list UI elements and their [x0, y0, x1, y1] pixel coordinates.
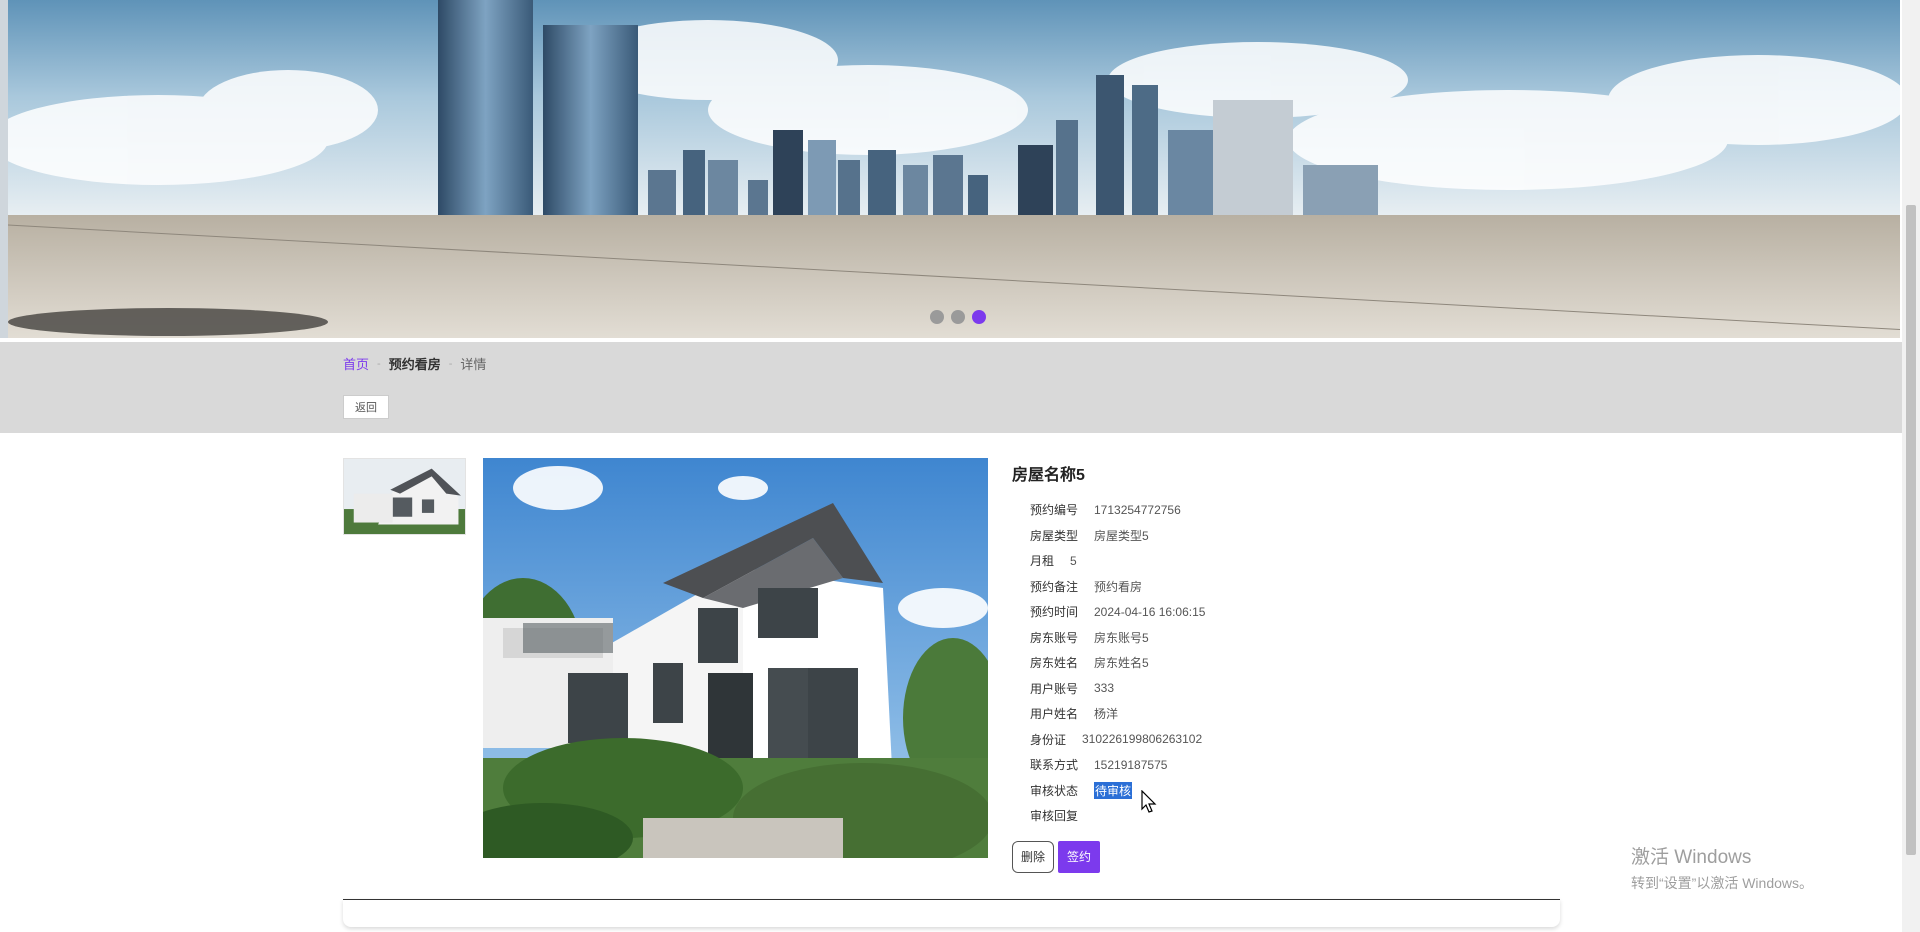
field-value: 15219187575 — [1094, 757, 1168, 772]
field-value: 310226199806263102 — [1082, 732, 1203, 747]
breadcrumb-separator: - — [448, 357, 453, 370]
scrollbar-thumb[interactable] — [1906, 205, 1916, 855]
field-label: 房东姓名 — [1030, 656, 1079, 671]
field-booking-number: 预约编号 1713254772756 — [1012, 497, 1372, 523]
field-review-status: 审核状态 待审核 — [1012, 778, 1372, 804]
field-label: 月租 — [1030, 554, 1055, 569]
breadcrumb-band: 首页 - 预约看房 - 详情 返回 — [0, 342, 1902, 433]
sign-contract-button[interactable]: 签约 — [1058, 840, 1100, 873]
field-value: 房东账号5 — [1094, 630, 1149, 645]
field-landlord-account: 房东账号 房东账号5 — [1012, 625, 1372, 651]
field-house-type: 房屋类型 房屋类型5 — [1012, 523, 1372, 549]
status-value-selected: 待审核 — [1094, 781, 1133, 799]
field-value: 2024-04-16 16:06:15 — [1094, 604, 1206, 619]
field-label: 预约时间 — [1030, 605, 1079, 620]
field-booking-time: 预约时间 2024-04-16 16:06:15 — [1012, 599, 1372, 625]
field-label: 审核状态 — [1030, 783, 1079, 798]
carousel-dot-3[interactable] — [972, 310, 986, 324]
field-label: 身份证 — [1030, 732, 1067, 747]
breadcrumb-home-link[interactable]: 首页 — [343, 354, 369, 373]
field-user-name: 用户姓名 杨洋 — [1012, 701, 1372, 727]
field-label: 用户账号 — [1030, 681, 1079, 696]
breadcrumb-section-link[interactable]: 预约看房 — [389, 354, 441, 373]
field-label: 预约备注 — [1030, 579, 1079, 594]
field-value: 预约看房 — [1094, 579, 1143, 594]
watermark-title: 激活 Windows — [1631, 847, 1752, 868]
bottom-panel — [343, 899, 1560, 927]
field-label: 房屋类型 — [1030, 528, 1079, 543]
windows-activation-watermark: 激活 Windows 转到“设置”以激活 Windows。 — [1631, 842, 1813, 893]
field-value: 杨洋 — [1094, 707, 1119, 722]
field-value: 5 — [1070, 553, 1077, 568]
back-button[interactable]: 返回 — [343, 395, 389, 419]
field-value: 房屋类型5 — [1094, 528, 1149, 543]
field-value: 房东姓名5 — [1094, 656, 1149, 671]
action-buttons: 删除 签约 — [1012, 840, 1372, 873]
mouse-pointer-icon — [1141, 789, 1157, 819]
page-scrollbar[interactable] — [1902, 0, 1920, 932]
field-booking-note: 预约备注 预约看房 — [1012, 574, 1372, 600]
field-contact: 联系方式 15219187575 — [1012, 752, 1372, 778]
field-label: 房东账号 — [1030, 630, 1079, 645]
breadcrumb-current: 详情 — [460, 357, 487, 372]
field-label: 预约编号 — [1030, 503, 1079, 518]
carousel-dots — [930, 310, 986, 324]
carousel-dot-2[interactable] — [951, 310, 965, 324]
field-label: 联系方式 — [1030, 758, 1079, 773]
carousel-dot-1[interactable] — [930, 310, 944, 324]
field-review-reply: 审核回复 — [1012, 803, 1372, 829]
detail-panel: 房屋名称5 预约编号 1713254772756 房屋类型 房屋类型5 月租 5… — [1012, 458, 1372, 873]
field-landlord-name: 房东姓名 房东姓名5 — [1012, 650, 1372, 676]
field-id-card: 身份证 310226199806263102 — [1012, 727, 1372, 753]
banner-image — [8, 0, 1900, 338]
house-thumbnail[interactable] — [343, 458, 466, 535]
breadcrumb: 首页 - 预约看房 - 详情 — [343, 354, 486, 373]
field-value: 1713254772756 — [1094, 502, 1181, 517]
delete-button[interactable]: 删除 — [1012, 840, 1054, 873]
breadcrumb-separator: - — [377, 357, 381, 370]
banner-carousel[interactable] — [0, 0, 1900, 338]
house-title: 房屋名称5 — [1012, 467, 1085, 484]
watermark-subtitle: 转到“设置”以激活 Windows。 — [1631, 875, 1814, 891]
field-label: 用户姓名 — [1030, 707, 1079, 722]
field-user-account: 用户账号 333 — [1012, 676, 1372, 702]
field-monthly-rent: 月租 5 — [1012, 548, 1372, 574]
field-label: 审核回复 — [1030, 809, 1079, 824]
field-value: 333 — [1094, 681, 1115, 696]
house-main-image — [483, 458, 988, 858]
